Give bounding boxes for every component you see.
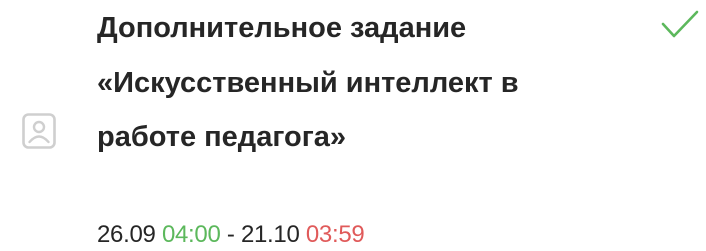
end-date: 21.10 (240, 221, 300, 248)
end-time: 03:59 (305, 221, 365, 248)
task-dates: 26.09 04:00 - 21.10 03:59 (97, 219, 365, 251)
date-separator: - (220, 221, 241, 248)
document-icon (21, 112, 57, 152)
start-date: 26.09 (97, 221, 156, 248)
start-time: 04:00 (161, 221, 221, 248)
check-icon (660, 10, 700, 42)
task-title: Дополнительное задание «Искусственный ин… (97, 12, 519, 153)
task-item[interactable]: Дополнительное задание «Искусственный ин… (0, 0, 706, 248)
